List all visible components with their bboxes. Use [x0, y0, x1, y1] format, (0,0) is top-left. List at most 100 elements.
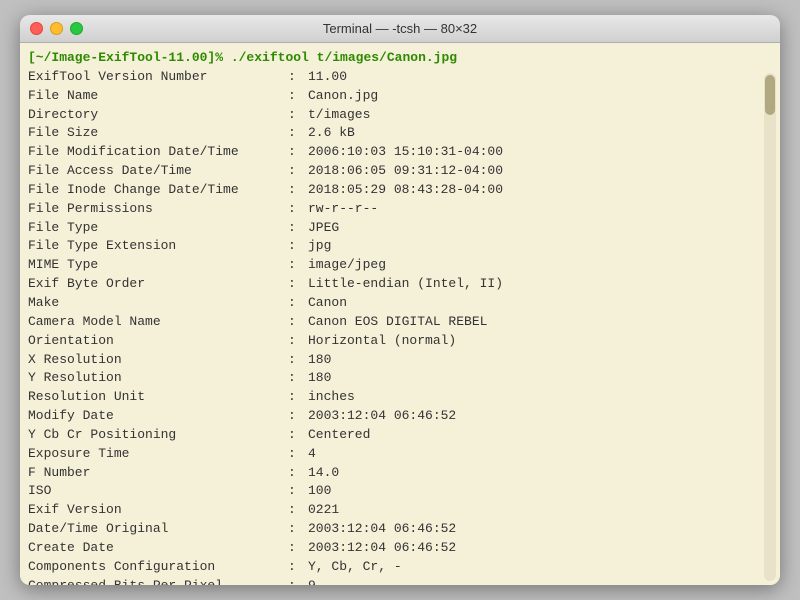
field-value: image/jpeg — [308, 256, 386, 275]
field-separator: : — [288, 313, 308, 332]
field-value: inches — [308, 388, 355, 407]
field-value: 4 — [308, 445, 316, 464]
field-separator: : — [288, 294, 308, 313]
field-name: F Number — [28, 464, 288, 483]
field-value: 2003:12:04 06:46:52 — [308, 539, 456, 558]
field-value: rw-r--r-- — [308, 200, 378, 219]
field-name: Y Cb Cr Positioning — [28, 426, 288, 445]
field-name: Camera Model Name — [28, 313, 288, 332]
field-value: Horizontal (normal) — [308, 332, 456, 351]
table-row: Components Configuration: Y, Cb, Cr, - — [28, 558, 760, 577]
field-name: Resolution Unit — [28, 388, 288, 407]
minimize-button[interactable] — [50, 22, 63, 35]
scrollbar-track[interactable] — [764, 73, 776, 581]
table-row: Y Cb Cr Positioning: Centered — [28, 426, 760, 445]
field-value: jpg — [308, 237, 331, 256]
close-button[interactable] — [30, 22, 43, 35]
field-name: Orientation — [28, 332, 288, 351]
field-name: Modify Date — [28, 407, 288, 426]
table-row: F Number: 14.0 — [28, 464, 760, 483]
field-separator: : — [288, 332, 308, 351]
field-separator: : — [288, 162, 308, 181]
field-value: 14.0 — [308, 464, 339, 483]
data-rows: ExifTool Version Number: 11.00File Name:… — [28, 68, 760, 585]
field-name: File Access Date/Time — [28, 162, 288, 181]
table-row: File Type: JPEG — [28, 219, 760, 238]
field-separator: : — [288, 200, 308, 219]
field-value: Centered — [308, 426, 370, 445]
traffic-lights — [30, 22, 83, 35]
field-value: 11.00 — [308, 68, 347, 87]
field-value: Canon EOS DIGITAL REBEL — [308, 313, 487, 332]
scrollbar-thumb[interactable] — [765, 75, 775, 115]
table-row: File Permissions: rw-r--r-- — [28, 200, 760, 219]
field-separator: : — [288, 482, 308, 501]
field-value: 180 — [308, 369, 331, 388]
terminal-window: Terminal — -tcsh — 80×32 [~/Image-ExifTo… — [20, 15, 780, 585]
table-row: File Type Extension: jpg — [28, 237, 760, 256]
table-row: File Size: 2.6 kB — [28, 124, 760, 143]
table-row: File Modification Date/Time: 2006:10:03 … — [28, 143, 760, 162]
table-row: File Inode Change Date/Time: 2018:05:29 … — [28, 181, 760, 200]
table-row: ISO: 100 — [28, 482, 760, 501]
field-separator: : — [288, 464, 308, 483]
field-value: 9 — [308, 577, 316, 585]
field-value: Canon.jpg — [308, 87, 378, 106]
field-name: Exif Version — [28, 501, 288, 520]
field-separator: : — [288, 181, 308, 200]
field-value: JPEG — [308, 219, 339, 238]
field-name: File Inode Change Date/Time — [28, 181, 288, 200]
field-separator: : — [288, 275, 308, 294]
table-row: ExifTool Version Number: 11.00 — [28, 68, 760, 87]
table-row: Exif Byte Order: Little-endian (Intel, I… — [28, 275, 760, 294]
table-row: Resolution Unit: inches — [28, 388, 760, 407]
field-name: Components Configuration — [28, 558, 288, 577]
field-separator: : — [288, 351, 308, 370]
field-separator: : — [288, 539, 308, 558]
field-name: File Type Extension — [28, 237, 288, 256]
field-name: Exif Byte Order — [28, 275, 288, 294]
field-name: File Size — [28, 124, 288, 143]
field-value: 2018:06:05 09:31:12-04:00 — [308, 162, 503, 181]
field-separator: : — [288, 426, 308, 445]
field-name: Directory — [28, 106, 288, 125]
field-name: ExifTool Version Number — [28, 68, 288, 87]
table-row: Date/Time Original: 2003:12:04 06:46:52 — [28, 520, 760, 539]
field-separator: : — [288, 369, 308, 388]
field-value: Canon — [308, 294, 347, 313]
window-title: Terminal — -tcsh — 80×32 — [323, 21, 477, 36]
field-separator: : — [288, 445, 308, 464]
field-separator: : — [288, 87, 308, 106]
field-name: File Name — [28, 87, 288, 106]
field-value: Y, Cb, Cr, - — [308, 558, 402, 577]
field-separator: : — [288, 558, 308, 577]
field-value: 0221 — [308, 501, 339, 520]
field-separator: : — [288, 520, 308, 539]
table-row: Compressed Bits Per Pixel: 9 — [28, 577, 760, 585]
terminal-body[interactable]: [~/Image-ExifTool-11.00]% ./exiftool t/i… — [20, 43, 780, 585]
table-row: X Resolution: 180 — [28, 351, 760, 370]
table-row: Y Resolution: 180 — [28, 369, 760, 388]
table-row: Make: Canon — [28, 294, 760, 313]
field-name: ISO — [28, 482, 288, 501]
field-name: MIME Type — [28, 256, 288, 275]
maximize-button[interactable] — [70, 22, 83, 35]
field-name: X Resolution — [28, 351, 288, 370]
field-value: 2003:12:04 06:46:52 — [308, 407, 456, 426]
field-separator: : — [288, 237, 308, 256]
titlebar: Terminal — -tcsh — 80×32 — [20, 15, 780, 43]
table-row: Orientation: Horizontal (normal) — [28, 332, 760, 351]
table-row: Exposure Time: 4 — [28, 445, 760, 464]
field-value: 100 — [308, 482, 331, 501]
table-row: MIME Type: image/jpeg — [28, 256, 760, 275]
field-separator: : — [288, 407, 308, 426]
table-row: Create Date: 2003:12:04 06:46:52 — [28, 539, 760, 558]
field-value: 2.6 kB — [308, 124, 355, 143]
field-name: File Type — [28, 219, 288, 238]
table-row: Camera Model Name: Canon EOS DIGITAL REB… — [28, 313, 760, 332]
field-separator: : — [288, 68, 308, 87]
field-value: 2003:12:04 06:46:52 — [308, 520, 456, 539]
field-separator: : — [288, 577, 308, 585]
field-separator: : — [288, 501, 308, 520]
field-value: t/images — [308, 106, 370, 125]
